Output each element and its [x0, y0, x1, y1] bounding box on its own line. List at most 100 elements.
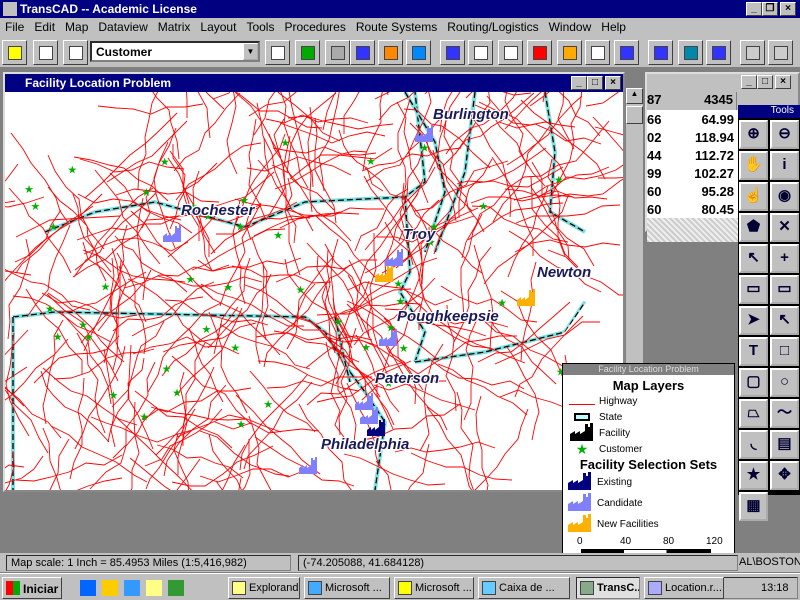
menu-file[interactable]: File	[0, 18, 29, 37]
map-theme-button[interactable]	[295, 40, 320, 65]
menu-tools[interactable]: Tools	[241, 18, 279, 37]
check-button[interactable]	[614, 40, 639, 65]
arrow-tool[interactable]: ↖	[770, 306, 799, 335]
scale-tick-label: 120	[706, 536, 723, 547]
taskbar-item[interactable]: Explorand...	[228, 577, 300, 599]
desktop-quicklaunch-icon[interactable]	[102, 580, 118, 596]
highway	[197, 92, 211, 139]
print-button[interactable]	[63, 40, 88, 65]
open-button[interactable]	[2, 40, 27, 65]
clear-select-tool[interactable]: ✕	[770, 213, 799, 242]
pin-button[interactable]	[648, 40, 673, 65]
frame-tool[interactable]: ▦	[739, 492, 768, 521]
scale-tick-label: 0	[577, 536, 583, 547]
arc-tool[interactable]: ◟	[739, 430, 768, 459]
save-button[interactable]	[33, 40, 58, 65]
customer-star-icon: ★	[236, 419, 246, 431]
zoom-out-tool[interactable]: ⊖	[770, 120, 799, 149]
map-close-button[interactable]: ×	[605, 76, 621, 90]
taskbar-item[interactable]: TransC...	[576, 577, 640, 599]
add-point-tool[interactable]: ↖	[739, 244, 768, 273]
menu-layout[interactable]: Layout	[195, 18, 241, 37]
star-select-button[interactable]	[350, 40, 375, 65]
freehand-shape-tool[interactable]: ⏢	[739, 399, 768, 428]
pattern-button[interactable]	[325, 40, 350, 65]
ie-quicklaunch-icon[interactable]	[80, 580, 96, 596]
grid-button[interactable]	[740, 40, 765, 65]
taskbar-item[interactable]: Microsoft ...	[394, 577, 474, 599]
chart-tool[interactable]: ▤	[770, 430, 799, 459]
pie-chart-button[interactable]	[378, 40, 403, 65]
map-canvas[interactable]: ★★★★★★★★★★ ★★★★★★★★★★★★★★★★★ ★★★★★★★★★★★★★…	[5, 92, 623, 490]
menu-window[interactable]: Window	[544, 18, 597, 37]
ruler-tool[interactable]: ▭	[770, 275, 799, 304]
polyline-tool[interactable]: 〜	[770, 399, 799, 428]
dataview-button[interactable]	[265, 40, 290, 65]
map-minimize-button[interactable]: _	[571, 76, 587, 90]
dataview-minimize-button[interactable]: _	[741, 75, 757, 89]
table-button[interactable]	[468, 40, 493, 65]
layer-select[interactable]: Customer ▼	[90, 41, 260, 62]
taskbar-item[interactable]: Location.r...	[644, 577, 724, 599]
app-icon[interactable]	[3, 2, 17, 16]
city-label: Poughkeepsie	[397, 308, 499, 325]
customer-star-icon: ★	[53, 332, 63, 344]
menu-routing-logistics[interactable]: Routing/Logistics	[442, 18, 543, 37]
column-header[interactable]: 87	[647, 92, 672, 110]
menu-route-systems[interactable]: Route Systems	[351, 18, 442, 37]
restore-button[interactable]: ❐	[762, 2, 778, 16]
scale-tool[interactable]: ▭	[739, 275, 768, 304]
layout-button[interactable]	[768, 40, 793, 65]
app-quicklaunch-icon[interactable]	[168, 580, 184, 596]
menu-procedures[interactable]: Procedures	[279, 18, 350, 37]
chevron-down-icon[interactable]: ▼	[243, 43, 258, 60]
close-button[interactable]: ×	[780, 2, 796, 16]
palette-button[interactable]	[557, 40, 582, 65]
menu-dataview[interactable]: Dataview	[93, 18, 152, 37]
menu-map[interactable]: Map	[60, 18, 93, 37]
link-button[interactable]	[406, 40, 431, 65]
circle-tool[interactable]: ○	[770, 368, 799, 397]
compass-tool[interactable]: ✥	[770, 461, 799, 490]
rectangle-tool[interactable]: □	[770, 337, 799, 366]
legend-set-item: New Facilities	[563, 514, 734, 535]
customer-star-icon: ★	[366, 156, 376, 168]
highway	[238, 477, 242, 490]
grid-icon	[746, 46, 760, 60]
customer-star-icon: ★	[399, 343, 409, 355]
minimize-button[interactable]: _	[746, 2, 762, 16]
pointer-select-tool[interactable]: ☝	[739, 182, 768, 211]
star-tool[interactable]: ★	[739, 461, 768, 490]
zoom-in-tool[interactable]: ⊕	[739, 120, 768, 149]
polygon-select-tool[interactable]: ⬟	[739, 213, 768, 242]
rounded-rectangle-tool[interactable]: ▢	[739, 368, 768, 397]
label-button[interactable]	[585, 40, 610, 65]
map-maximize-button[interactable]: □	[587, 76, 603, 90]
outlook-quicklaunch-icon[interactable]	[124, 580, 140, 596]
add-point-plus-tool[interactable]: +	[770, 244, 799, 273]
dataview-maximize-button[interactable]: □	[757, 75, 773, 89]
column-header[interactable]: 4345	[672, 92, 737, 110]
route-button[interactable]	[706, 40, 731, 65]
units-button[interactable]	[498, 40, 523, 65]
taskbar-item[interactable]: Caixa de ...	[478, 577, 570, 599]
text-tool[interactable]: T	[739, 337, 768, 366]
arrow-disabled-tool[interactable]: ➤	[739, 306, 768, 335]
highway	[523, 120, 610, 178]
marker-button[interactable]	[527, 40, 552, 65]
find-quicklaunch-icon[interactable]	[146, 580, 162, 596]
pan-hand-tool[interactable]: ✋	[739, 151, 768, 180]
menu-help[interactable]: Help	[596, 18, 631, 37]
network-button[interactable]	[440, 40, 465, 65]
dataview-close-button[interactable]: ×	[775, 75, 791, 89]
curve-button[interactable]	[678, 40, 703, 65]
info-tool[interactable]: i	[770, 151, 799, 180]
menu-edit[interactable]: Edit	[29, 18, 60, 37]
customer-star-icon: ★	[334, 316, 344, 328]
start-button[interactable]: Iniciar	[2, 577, 62, 599]
menu-matrix[interactable]: Matrix	[153, 18, 196, 37]
taskbar-item[interactable]: Microsoft ...	[304, 577, 390, 599]
table-cell: 95.28	[701, 184, 734, 199]
circle-select-tool[interactable]: ◉	[770, 182, 799, 211]
legend-item-highway: Highway	[563, 393, 734, 409]
